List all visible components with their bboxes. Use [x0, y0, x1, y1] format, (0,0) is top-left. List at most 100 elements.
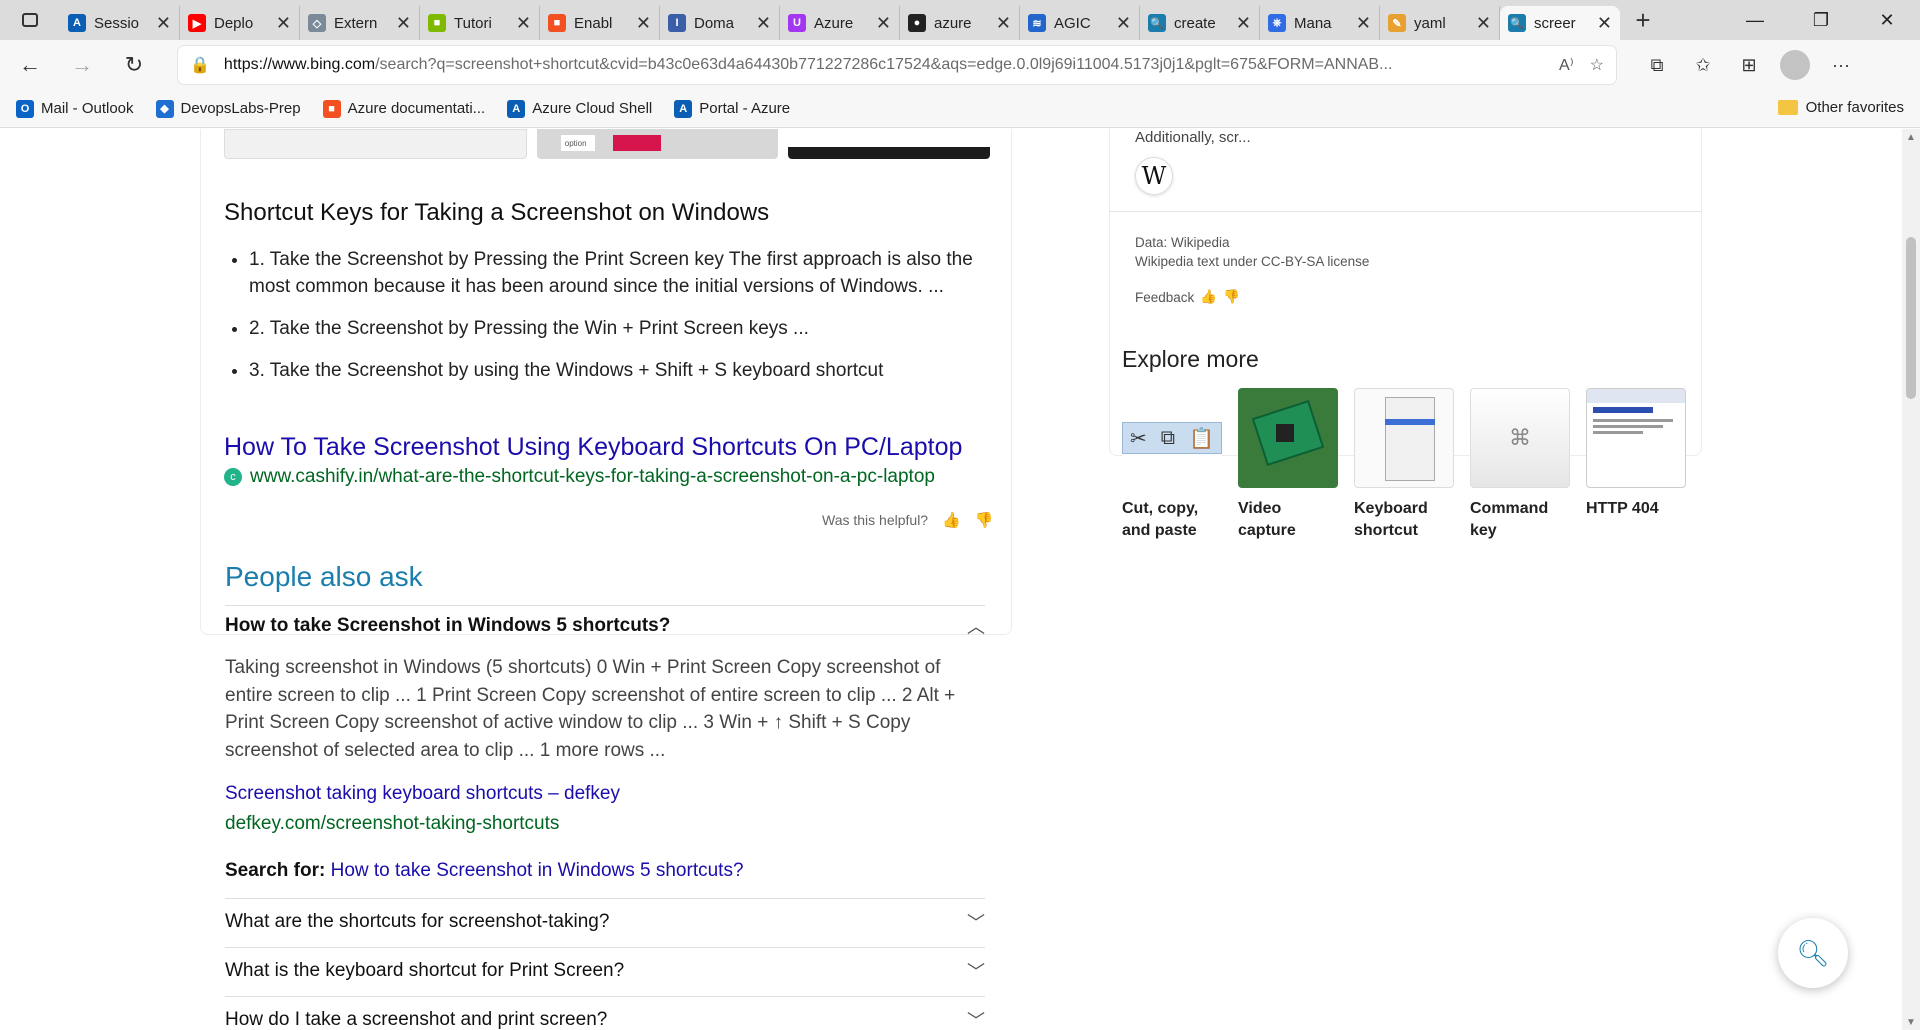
close-tab-icon[interactable]: ✕: [876, 13, 891, 34]
browser-tab[interactable]: I Doma ✕: [660, 6, 780, 40]
divider: [225, 898, 985, 899]
refresh-button[interactable]: ↻: [112, 45, 156, 85]
vertical-scrollbar[interactable]: ▲ ▼: [1902, 129, 1920, 1030]
explore-item-command-key[interactable]: ⌘ Command key: [1470, 388, 1570, 542]
chevron-down-icon[interactable]: ﹀: [967, 909, 985, 935]
browser-tab[interactable]: A Sessio ✕: [60, 6, 180, 40]
scrollbar-thumb[interactable]: [1906, 237, 1916, 399]
close-tab-icon[interactable]: ✕: [1116, 13, 1131, 34]
read-aloud-icon[interactable]: A⁾: [1559, 55, 1574, 75]
close-tab-icon[interactable]: ✕: [396, 13, 411, 34]
favorites-icon[interactable]: ✩: [1688, 50, 1718, 80]
favorite-link[interactable]: O Mail - Outlook: [16, 99, 134, 118]
favorite-icon: ■: [322, 99, 341, 118]
thumbs-up-icon[interactable]: 👍: [1200, 289, 1217, 305]
close-tab-icon[interactable]: ✕: [516, 13, 531, 34]
browser-tab[interactable]: ◇ Extern ✕: [300, 6, 420, 40]
site-favicon-icon: c: [224, 468, 242, 486]
answer-image-1[interactable]: [224, 129, 527, 159]
chevron-down-icon[interactable]: ﹀: [967, 958, 985, 984]
new-tab-button[interactable]: +: [1620, 0, 1666, 40]
favorite-link[interactable]: A Azure Cloud Shell: [507, 99, 652, 118]
explore-item-keyboard-shortcut[interactable]: Keyboard shortcut: [1354, 388, 1454, 542]
search-for-link[interactable]: How to take Screenshot in Windows 5 shor…: [331, 860, 744, 881]
thumbs-down-icon[interactable]: 👎: [1223, 289, 1240, 305]
scroll-down-icon[interactable]: ▼: [1902, 1014, 1920, 1030]
answer-list: 1. Take the Screenshot by Pressing the P…: [249, 246, 989, 399]
tab-actions-button[interactable]: [0, 0, 60, 40]
page-content: option Shortcut Keys for Taking a Screen…: [0, 129, 1920, 1030]
close-tab-icon[interactable]: ✕: [996, 13, 1011, 34]
wiki-license[interactable]: Wikipedia text under CC-BY-SA license: [1135, 252, 1369, 271]
close-tab-icon[interactable]: ✕: [1236, 13, 1251, 34]
paa-question[interactable]: How do I take a screenshot and print scr…: [225, 1007, 985, 1030]
settings-more-icon[interactable]: ···: [1826, 50, 1856, 80]
close-tab-icon[interactable]: ✕: [1476, 13, 1491, 34]
favorite-link[interactable]: A Portal - Azure: [674, 99, 790, 118]
back-button[interactable]: ←: [8, 45, 52, 85]
explore-item-video-capture[interactable]: Video capture: [1238, 388, 1338, 542]
browser-tab[interactable]: ≋ AGIC ✕: [1020, 6, 1140, 40]
answer-image-2[interactable]: option: [536, 129, 779, 159]
divider: [225, 996, 985, 997]
browser-tab[interactable]: ⎈ Mana ✕: [1260, 6, 1380, 40]
github-icon: ●: [908, 14, 926, 32]
browser-tab[interactable]: U Azure ✕: [780, 6, 900, 40]
answer-cite[interactable]: c www.cashify.in/what-are-the-shortcut-k…: [224, 466, 935, 488]
collections-icon[interactable]: ⊞: [1734, 50, 1764, 80]
close-window-button[interactable]: ✕: [1854, 0, 1920, 40]
address-bar[interactable]: 🔒 https://www.bing.com/search?q=screensh…: [178, 46, 1616, 84]
favorite-label: DevopsLabs-Prep: [180, 100, 301, 117]
wiki-feedback: Feedback 👍 👎: [1135, 289, 1240, 305]
close-tab-icon[interactable]: ✕: [756, 13, 771, 34]
favorite-label: Mail - Outlook: [41, 100, 134, 117]
tab-title: Extern: [334, 14, 378, 32]
restore-button[interactable]: ❐: [1788, 0, 1854, 40]
explore-thumbnail: ⌘: [1470, 388, 1570, 488]
answer-source-link[interactable]: How To Take Screenshot Using Keyboard Sh…: [224, 433, 962, 462]
wiki-truncated-text: Additionally, scr...: [1135, 129, 1251, 146]
explore-item-http-404[interactable]: HTTP 404: [1586, 388, 1686, 542]
browser-tab[interactable]: ▶ Deplo ✕: [180, 6, 300, 40]
browser-tab[interactable]: 🔍 create ✕: [1140, 6, 1260, 40]
favorite-link[interactable]: ◆ DevopsLabs-Prep: [155, 99, 301, 118]
paa-source-link[interactable]: Screenshot taking keyboard shortcuts – d…: [225, 783, 620, 805]
chevron-down-icon[interactable]: ﹀: [967, 1007, 985, 1030]
close-tab-icon[interactable]: ✕: [276, 13, 291, 34]
close-tab-icon[interactable]: ✕: [636, 13, 651, 34]
paa-question[interactable]: What is the keyboard shortcut for Print …: [225, 958, 985, 984]
browser-tab[interactable]: ✎ yaml ✕: [1380, 6, 1500, 40]
wikipedia-icon[interactable]: W: [1135, 157, 1173, 195]
profile-avatar[interactable]: [1780, 50, 1810, 80]
browser-tab[interactable]: ■ Tutori ✕: [420, 6, 540, 40]
browser-tab[interactable]: 🔍 screer ✕: [1500, 6, 1620, 40]
close-tab-icon[interactable]: ✕: [1597, 13, 1612, 34]
floating-search-button[interactable]: 🔍︎: [1778, 918, 1848, 988]
people-also-ask-title: People also ask: [225, 561, 423, 592]
favorite-link[interactable]: ■ Azure documentati...: [322, 99, 485, 118]
explore-item-cut-copy-paste[interactable]: ✂ ⧉ 📋 Cut, copy, and paste: [1122, 388, 1222, 542]
forward-button[interactable]: →: [60, 45, 104, 85]
close-tab-icon[interactable]: ✕: [156, 13, 171, 34]
url-text[interactable]: https://www.bing.com/search?q=screenshot…: [224, 56, 1543, 74]
browser-tab[interactable]: ● azure ✕: [900, 6, 1020, 40]
close-tab-icon[interactable]: ✕: [1356, 13, 1371, 34]
chevron-up-icon[interactable]: ︿: [967, 613, 985, 639]
thumbs-down-icon[interactable]: 👎: [975, 511, 994, 529]
wiki-data-source[interactable]: Data: Wikipedia: [1135, 233, 1369, 252]
paa-source-cite[interactable]: defkey.com/screenshot-taking-shortcuts: [225, 813, 559, 835]
browser-tab[interactable]: ■ Enabl ✕: [540, 6, 660, 40]
tab-strip: A Sessio ✕ ▶ Deplo ✕ ◇ Extern ✕ ■ Tutori ✕ ■ Enabl ✕ I D…: [0, 0, 1920, 40]
thumbs-up-icon[interactable]: 👍: [942, 511, 961, 529]
paa-question[interactable]: What are the shortcuts for screenshot-ta…: [225, 909, 985, 935]
minimize-button[interactable]: —: [1722, 0, 1788, 40]
answer-image-3[interactable]: [788, 129, 990, 159]
add-favorite-icon[interactable]: ☆: [1590, 55, 1604, 75]
paa-question-open[interactable]: How to take Screenshot in Windows 5 shor…: [225, 612, 985, 640]
scroll-up-icon[interactable]: ▲: [1902, 129, 1920, 145]
feedback-label[interactable]: Feedback: [1135, 290, 1194, 305]
wiki-attribution: Data: Wikipedia Wikipedia text under CC-…: [1135, 233, 1369, 271]
other-favorites[interactable]: Other favorites: [1777, 99, 1904, 116]
extensions-icon[interactable]: ⧉: [1642, 50, 1672, 80]
lock-icon[interactable]: 🔒: [190, 55, 210, 75]
